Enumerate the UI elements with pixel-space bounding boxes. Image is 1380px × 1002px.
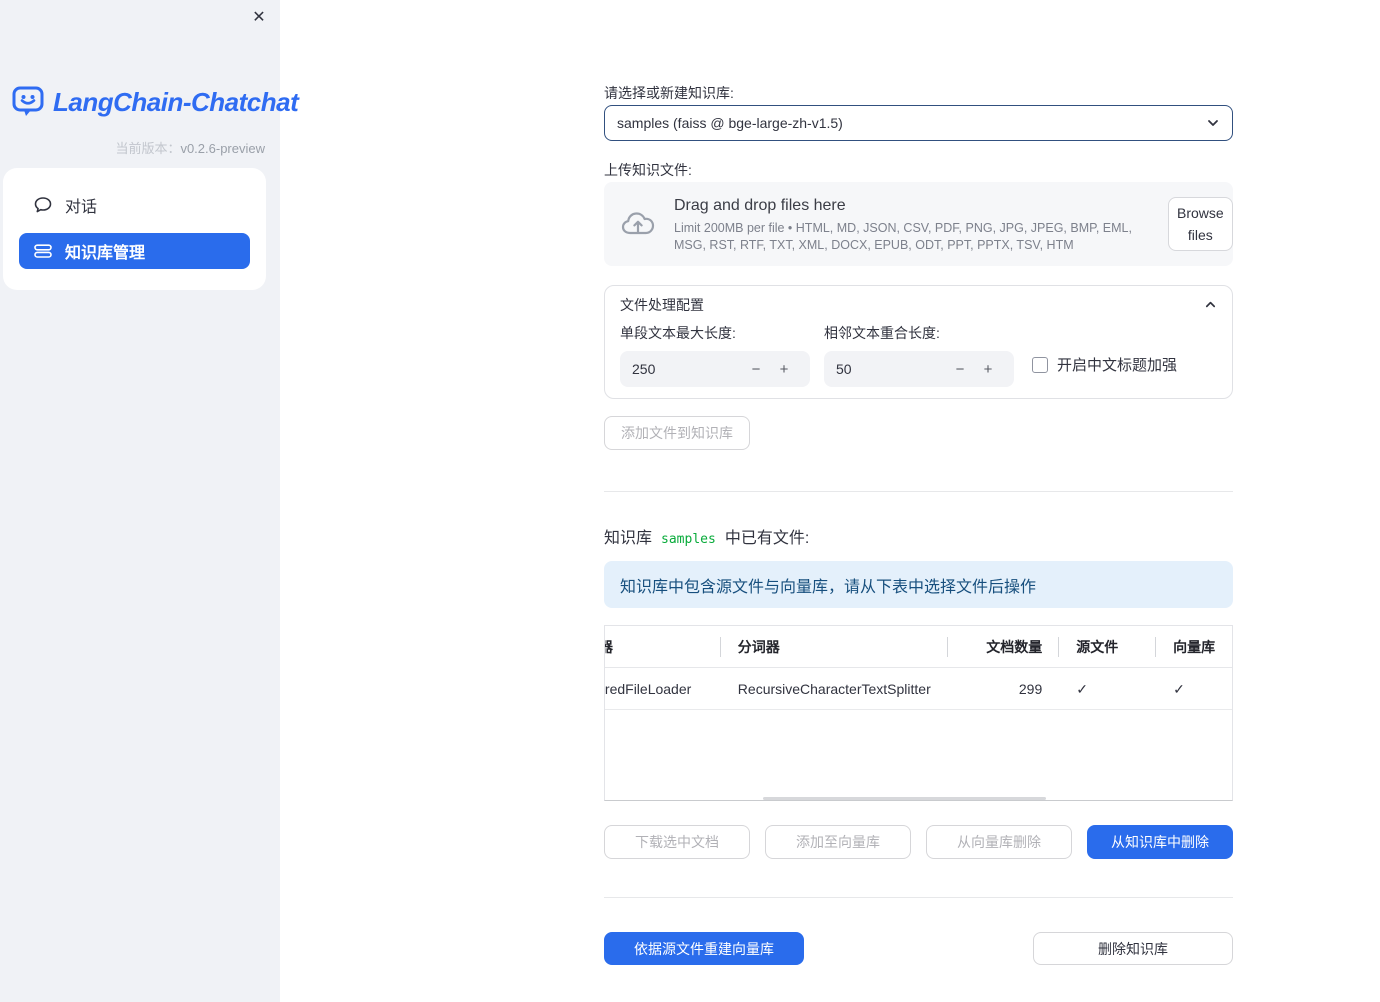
cell-vector-check: ✓ <box>1173 680 1185 697</box>
dropzone-instructions: Drag and drop files here Limit 200MB per… <box>674 195 1152 253</box>
sidebar-item-label: 对话 <box>65 199 98 216</box>
main-content: 请选择或新建知识库: samples (faiss @ bge-large-zh… <box>604 0 1233 1002</box>
add-files-to-kb-button[interactable]: 添加文件到知识库 <box>604 416 750 450</box>
col-vector-store: 向量库 <box>1155 626 1232 668</box>
cell-source-check: ✓ <box>1076 680 1088 697</box>
sidebar-item-label: 知识库管理 <box>65 245 146 262</box>
kb-level-actions: 依据源文件重建向量库 删除知识库 <box>604 932 1233 965</box>
dropzone-limit: Limit 200MB per file • HTML, MD, JSON, C… <box>674 221 1132 252</box>
upload-label: 上传知识文件: <box>604 162 692 178</box>
rebuild-vector-store-button[interactable]: 依据源文件重建向量库 <box>604 932 804 965</box>
kb-name-code: samples <box>661 532 716 547</box>
overlap-size-label: 相邻文本重合长度: <box>824 325 940 341</box>
version-label: 当前版本： <box>115 141 181 156</box>
minus-stepper-button[interactable]: − <box>742 361 770 378</box>
expander-body: 单段文本最大长度: 250 − + 相邻文本重合长度: 50 − + 开启中文标… <box>605 323 1232 387</box>
plus-stepper-button[interactable]: + <box>770 361 798 378</box>
cell-doc-count: 299 <box>1018 680 1043 697</box>
chat-bubble-icon <box>34 196 52 214</box>
overlap-size-input[interactable]: 50 − + <box>824 351 1014 387</box>
info-banner-text: 知识库中包含源文件与向量库，请从下表中选择文件后操作 <box>620 578 1037 596</box>
checkbox-box[interactable] <box>1032 356 1048 373</box>
table-header-row: 文档加载器 分词器 文档数量 源文件 向量库 <box>605 626 1232 668</box>
overlap-size-value: 50 <box>836 361 852 377</box>
chatchat-logo-icon <box>12 86 46 118</box>
col-source-file: 源文件 <box>1058 626 1155 668</box>
file-dropzone[interactable]: Drag and drop files here Limit 200MB per… <box>604 182 1233 266</box>
horizontal-scrollbar[interactable] <box>763 797 1046 800</box>
version-line: 当前版本：v0.2.6-preview <box>115 138 265 157</box>
file-action-buttons: 下载选中文档 添加至向量库 从向量库删除 从知识库中删除 <box>604 825 1233 859</box>
chunk-size-value: 250 <box>632 361 656 377</box>
dropzone-title: Drag and drop files here <box>674 197 846 215</box>
sidebar-close-icon[interactable]: ✕ <box>248 7 270 29</box>
cloud-upload-icon <box>620 207 658 241</box>
sidebar-item-dialogue[interactable]: 对话 <box>19 187 250 223</box>
kb-select[interactable]: samples (faiss @ bge-large-zh-v1.5) <box>604 105 1233 141</box>
col-doc-count: 文档数量 <box>947 626 1058 668</box>
kb-select-value: samples (faiss @ bge-large-zh-v1.5) <box>617 115 843 131</box>
chevron-up-icon <box>1204 298 1217 311</box>
cell-splitter: RecursiveCharacterTextSplitter <box>737 680 931 697</box>
zh-title-enhance-checkbox[interactable]: 开启中文标题加强 <box>1032 354 1177 375</box>
files-heading-prefix: 知识库 <box>604 530 653 547</box>
delete-from-vector-store-button[interactable]: 从向量库删除 <box>926 825 1072 859</box>
download-selected-button[interactable]: 下载选中文档 <box>604 825 750 859</box>
knowledge-base-icon <box>34 242 52 260</box>
files-heading-suffix: 中已有文件: <box>724 530 810 547</box>
version-value: v0.2.6-preview <box>180 141 265 156</box>
table-row[interactable]: UnstructuredFileLoader RecursiveCharacte… <box>605 668 1232 710</box>
minus-stepper-button[interactable]: − <box>946 361 974 378</box>
sidebar: ✕ LangChain-Chatchat 当前版本：v0.2.6-preview… <box>0 0 299 1002</box>
info-banner: 知识库中包含源文件与向量库，请从下表中选择文件后操作 <box>604 561 1233 608</box>
file-config-expander: 文件处理配置 单段文本最大长度: 250 − + 相邻文本重合长度: 50 − … <box>604 285 1233 399</box>
delete-from-kb-button[interactable]: 从知识库中删除 <box>1087 825 1233 859</box>
sidebar-item-kb-management[interactable]: 知识库管理 <box>19 233 250 269</box>
existing-files-heading: 知识库 samples 中已有文件: <box>604 524 1233 548</box>
chunk-size-field: 单段文本最大长度: 250 − + <box>620 323 810 387</box>
expander-title: 文件处理配置 <box>620 296 704 313</box>
cell-loader: UnstructuredFileLoader <box>605 680 692 697</box>
browse-files-button[interactable]: Browse files <box>1168 196 1233 252</box>
app-title: LangChain-Chatchat <box>53 86 299 117</box>
checkbox-label: 开启中文标题加强 <box>1057 357 1178 374</box>
kb-select-label: 请选择或新建知识库: <box>604 85 734 101</box>
plus-stepper-button[interactable]: + <box>974 361 1002 378</box>
overlap-size-field: 相邻文本重合长度: 50 − + <box>824 323 1014 387</box>
app-logo: LangChain-Chatchat <box>12 86 299 118</box>
divider <box>604 491 1233 492</box>
delete-kb-button[interactable]: 删除知识库 <box>1033 932 1233 965</box>
chevron-down-icon <box>1206 116 1220 130</box>
chunk-size-input[interactable]: 250 − + <box>620 351 810 387</box>
col-loader: 文档加载器 <box>605 638 613 655</box>
expander-header[interactable]: 文件处理配置 <box>605 286 1232 323</box>
col-splitter: 分词器 <box>719 626 948 668</box>
add-to-vector-store-button[interactable]: 添加至向量库 <box>765 825 911 859</box>
chunk-size-label: 单段文本最大长度: <box>620 325 736 341</box>
sidebar-menu: 对话 知识库管理 <box>3 168 266 290</box>
files-table[interactable]: 文档加载器 分词器 文档数量 源文件 向量库 UnstructuredFileL… <box>604 625 1233 801</box>
divider <box>604 897 1233 898</box>
